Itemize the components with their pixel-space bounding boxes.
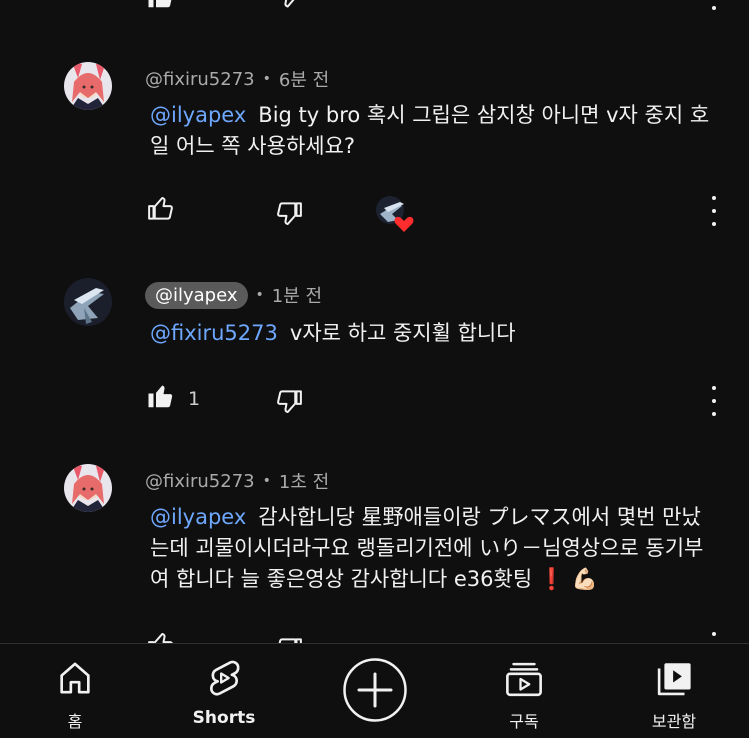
comment-actions [0, 626, 749, 643]
comment-item: @ilyapex • 1분 전 @fixiru5273 v자로 하고 중지휠 합니… [0, 278, 749, 438]
dislike-button[interactable] [271, 384, 307, 420]
comment-item: @fixiru5273 • 1초 전 @ilyapex 감사합니당 星野애들이랑 … [0, 464, 749, 643]
mention-link[interactable]: @ilyapex [150, 505, 246, 529]
like-button[interactable] [143, 190, 179, 226]
nav-shorts[interactable]: Shorts [164, 644, 284, 738]
dislike-button[interactable] [271, 632, 307, 643]
like-count: 1 [188, 0, 200, 4]
thumbs-down-icon [277, 202, 302, 225]
like-button[interactable] [143, 0, 179, 14]
like-button[interactable] [143, 378, 179, 414]
mention-link[interactable]: @fixiru5273 [150, 321, 278, 345]
create-plus-icon [343, 658, 407, 722]
like-count: 1 [188, 388, 201, 410]
nav-subscriptions[interactable]: 구독 [464, 644, 584, 738]
user-avatar-image [64, 464, 112, 512]
nav-create[interactable] [315, 644, 435, 738]
shorts-icon [209, 660, 240, 696]
comment-meta: @ilyapex • 1분 전 [145, 280, 322, 310]
more-vert-icon [712, 632, 716, 636]
nav-subscriptions-label: 구독 [509, 712, 539, 731]
dislike-button[interactable] [271, 196, 307, 232]
comment-body: @fixiru5273 v자로 하고 중지휠 합니다 [150, 318, 710, 349]
comment-actions [0, 190, 749, 232]
more-options-button[interactable] [704, 632, 724, 643]
comment-timestamp: 1초 전 [278, 472, 330, 493]
thumbs-down-icon [278, 638, 302, 643]
comment-timestamp: 6분 전 [278, 70, 330, 91]
user-avatar-image [64, 62, 112, 110]
comment-body: @ilyapex Big ty bro 혹시 그립은 삼지창 아니면 v자 중지 … [150, 100, 710, 162]
avatar[interactable] [64, 62, 112, 110]
more-vert-icon [712, 196, 716, 200]
comment-item: @fixiru5273 • 6분 전 @ilyapex Big ty bro 혹시… [0, 62, 749, 242]
heart-icon [394, 216, 414, 232]
user-avatar-image [64, 278, 112, 326]
comment-meta: @fixiru5273 • 6분 전 [145, 64, 329, 94]
comment-actions: 1 [0, 378, 749, 418]
library-icon [657, 663, 691, 696]
avatar[interactable] [64, 464, 112, 512]
comment-username[interactable]: @fixiru5273 [145, 69, 255, 90]
home-icon [60, 662, 90, 694]
creator-heart-badge [372, 194, 416, 234]
more-options-button[interactable] [704, 386, 724, 416]
comment-text: v자로 하고 중지휠 합니다 [289, 321, 516, 345]
nav-library-label: 보관함 [651, 712, 697, 731]
bottom-navigation: 홈 Shorts 구독 보관함 [0, 643, 749, 738]
comment-username[interactable]: @fixiru5273 [145, 471, 255, 492]
dislike-button[interactable] [271, 0, 307, 14]
thumbs-up-icon [148, 0, 172, 8]
creator-avatar-icon [376, 196, 414, 232]
thumbs-down-icon [277, 390, 302, 413]
comment-body: @ilyapex 감사합니당 星野애들이랑 プレマス에서 몇번 만났는데 괴물이시… [150, 502, 710, 595]
comment-meta: @fixiru5273 • 1초 전 [145, 466, 329, 496]
mention-link[interactable]: @ilyapex [150, 103, 246, 127]
comment-actions-partial: 1 [0, 0, 749, 18]
comment-timestamp: 1분 전 [271, 286, 323, 307]
more-vert-icon [712, 386, 716, 390]
thumbs-up-icon [148, 197, 173, 220]
subscriptions-icon [506, 662, 542, 697]
thumbs-up-icon [148, 385, 173, 408]
nav-home-label: 홈 [67, 712, 83, 731]
nav-library[interactable]: 보관함 [614, 644, 734, 738]
thumbs-down-icon [284, 0, 295, 8]
thumbs-up-icon [148, 633, 173, 643]
more-options-button[interactable] [704, 0, 724, 10]
comment-feed[interactable]: 1 @fixiru5273 • 6분 전 @ilyapexBig ty bro … [0, 0, 749, 643]
more-options-button[interactable] [704, 196, 724, 226]
nav-shorts-label: Shorts [192, 708, 256, 728]
nav-home[interactable]: 홈 [15, 644, 135, 738]
like-button[interactable] [143, 626, 179, 643]
creator-username-pill[interactable]: @ilyapex [145, 281, 248, 309]
avatar[interactable] [64, 278, 112, 326]
